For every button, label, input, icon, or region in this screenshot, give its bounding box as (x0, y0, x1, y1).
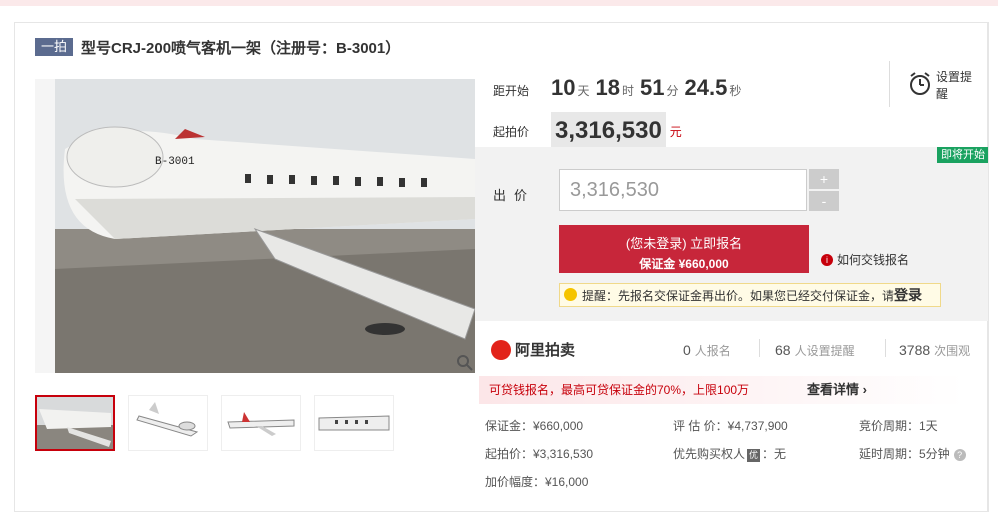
signup-button[interactable]: (您未登录) 立即报名 保证金 ¥660,000 (559, 225, 809, 273)
view-count: 3788 次围观 (899, 342, 970, 359)
tip-text: 提醒：先报名交保证金再出价。如果您已经交付保证金，请 (582, 289, 895, 303)
help-icon[interactable]: ? (953, 449, 966, 461)
login-link[interactable]: 登录 (894, 287, 922, 303)
zoom-icon[interactable] (455, 353, 475, 373)
main-image[interactable]: B-3001 (35, 79, 475, 373)
start-price-unit: 元 (669, 124, 682, 139)
countdown-label: 距开始 (493, 84, 530, 98)
divider (885, 339, 886, 357)
page-title: 型号CRJ-200喷气客机一架（注册号：B-3001） (81, 39, 401, 57)
loan-promo: 可贷钱报名，最高可贷保证金的70%，上限100万 查看详情 › (479, 376, 965, 404)
info-icon: i (821, 253, 833, 266)
top-strip (0, 0, 998, 6)
divider (759, 339, 760, 357)
signup-count-unit: 人报名 (694, 344, 731, 358)
view-count-value: 3788 (899, 342, 931, 358)
reminder-count: 68 人设置提醒 (775, 342, 855, 359)
thumbnail-4[interactable] (314, 395, 394, 451)
auction-round-tag: 一拍 (35, 38, 74, 56)
set-reminder-button[interactable]: 设置提醒 (889, 61, 989, 107)
start-price-label: 起拍价 (493, 124, 530, 139)
deposit-info: 保证金：¥660,000 (485, 419, 584, 433)
view-details-label: 查看详情 (807, 382, 860, 397)
thumbnail-3[interactable] (221, 395, 301, 451)
decrease-bid-button[interactable]: - (809, 191, 839, 211)
increase-bid-button[interactable]: + (809, 169, 839, 189)
tip-bar: 提醒：先报名交保证金再出价。如果您已经交付保证金，请登录 (559, 283, 941, 307)
increment-info: 加价幅度：¥16,000 (485, 475, 589, 489)
right-side-panel-edge (988, 22, 998, 512)
countdown-hours-unit: 时 (622, 84, 635, 98)
priority-buyer-info: 优先购买权人优：无 (673, 445, 786, 462)
lightbulb-icon (564, 288, 577, 301)
loan-promo-text: 可贷钱报名，最高可贷保证金的70%，上限100万 (489, 383, 750, 397)
countdown: 距开始 10 天 18 时 51 分 24.5 秒 (493, 75, 747, 101)
howto-label: 如何交钱报名 (837, 253, 910, 267)
countdown-seconds: 24.5 (684, 75, 728, 100)
signup-deposit-label: 保证金 ¥660,000 (639, 257, 729, 271)
ali-auction-logo: 阿里拍卖 (491, 339, 575, 360)
registration-marking: B-3001 (155, 156, 195, 168)
auction-cycle-info: 竞价周期：1天 (859, 419, 938, 433)
priority-buyer-label: 优先购买权人 (673, 447, 746, 461)
signup-count: 0 人报名 (683, 342, 731, 359)
signup-count-value: 0 (683, 342, 691, 358)
view-details-link[interactable]: 查看详情 › (807, 376, 867, 404)
auction-panel: 一拍 型号CRJ-200喷气客机一架（注册号：B-3001） B-3001 距开… (14, 22, 989, 512)
bid-stepper: + - (809, 169, 839, 213)
countdown-seconds-unit: 秒 (729, 84, 742, 98)
countdown-minutes: 51 (640, 75, 665, 100)
reminder-count-unit: 人设置提醒 (794, 344, 855, 358)
bid-label: 出价 (493, 188, 536, 203)
thumbnail-strip (35, 395, 407, 451)
title-row: 一拍 型号CRJ-200喷气客机一架（注册号：B-3001） (35, 37, 400, 57)
start-price-row: 起拍价 3,316,530 元 (493, 112, 682, 150)
countdown-hours: 18 (595, 75, 620, 100)
delay-cycle-info: 延时周期：5分钟? (859, 445, 966, 462)
priority-icon: 优 (747, 449, 761, 462)
alarm-clock-icon (910, 72, 930, 95)
ali-logo-text: 阿里拍卖 (515, 342, 576, 359)
ali-logo-icon (491, 339, 511, 360)
stats-bar: 阿里拍卖 0 人报名 68 人设置提醒 3788 次围观 (475, 323, 989, 373)
view-count-unit: 次围观 (934, 344, 971, 358)
appraisal-info: 评 估 价：¥4,737,900 (673, 419, 788, 433)
priority-buyer-value: ：无 (762, 447, 787, 461)
reminder-count-value: 68 (775, 342, 791, 358)
start-price-info: 起拍价：¥3,316,530 (485, 447, 594, 461)
countdown-minutes-unit: 分 (666, 84, 679, 98)
start-price-value: 3,316,530 (551, 112, 666, 150)
status-badge: 即将开始 (937, 147, 989, 163)
bid-box: 即将开始 出价 + - (您未登录) 立即报名 保证金 ¥660,000 i 如… (475, 147, 989, 321)
countdown-days: 10 (551, 75, 576, 100)
signup-button-label: (您未登录) 立即报名 (625, 236, 743, 251)
thumbnail-2[interactable] (128, 395, 208, 451)
howto-link[interactable]: i 如何交钱报名 (821, 251, 909, 268)
set-reminder-label: 设置提醒 (936, 70, 973, 101)
countdown-days-unit: 天 (577, 84, 590, 98)
thumbnail-1[interactable] (35, 395, 115, 451)
delay-cycle-text: 延时周期：5分钟 (859, 447, 950, 461)
aircraft-photo: B-3001 (55, 79, 475, 373)
bid-input[interactable] (559, 169, 807, 211)
